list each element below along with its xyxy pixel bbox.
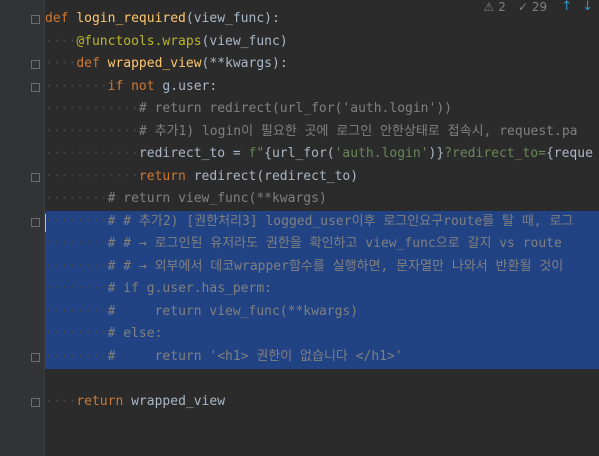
code-line-selected: ········# return '<h1> 권한이 없습니다 </h1>' bbox=[45, 346, 599, 369]
code-line: ····@functools.wraps(view_func) bbox=[45, 34, 288, 49]
fold-marker-icon[interactable] bbox=[31, 218, 40, 227]
code-line-selected: ········# # → 로그인된 유저라도 권한을 확인하고 view_fu… bbox=[45, 233, 599, 256]
text-caret bbox=[45, 214, 46, 232]
code-line-selected: ········# else: bbox=[45, 323, 599, 346]
code-line: ········# return view_func(**kwargs) bbox=[45, 191, 327, 206]
weak-warning-count: 29 bbox=[531, 0, 548, 14]
previous-highlight-icon[interactable]: ↑ bbox=[561, 0, 572, 14]
next-highlight-icon[interactable]: ↓ bbox=[582, 0, 593, 14]
code-line: ····def wrapped_view(**kwargs): bbox=[45, 56, 288, 71]
code-editor[interactable]: def login_required(view_func): ····@func… bbox=[45, 0, 599, 456]
warning-count: 2 bbox=[498, 0, 506, 14]
code-line-selected: ········# return view_func(**kwargs) bbox=[45, 301, 599, 324]
fold-marker-icon[interactable] bbox=[31, 173, 40, 182]
inspection-status[interactable]: ⚠ 2 ✓ 29 ↑ ↓ bbox=[483, 0, 599, 14]
code-line: ····return wrapped_view bbox=[45, 394, 226, 409]
code-line-selected: ········# # → 외부에서 데코wrapper함수를 실행하면, 문자… bbox=[45, 256, 599, 279]
fold-marker-icon[interactable] bbox=[31, 83, 40, 92]
code-line-selected: ········# # 추가2) [권한처리3] logged_user이후 로… bbox=[45, 211, 599, 234]
weak-warning-icon: ✓ bbox=[517, 0, 528, 14]
code-line: ········if not g.user: bbox=[45, 79, 218, 94]
code-line: ············# 추가1) login이 필요한 곳에 로그인 안한상… bbox=[45, 124, 578, 139]
fold-marker-icon[interactable] bbox=[31, 398, 40, 407]
fold-marker-icon[interactable] bbox=[31, 15, 40, 24]
code-line: ············return redirect(redirect_to) bbox=[45, 169, 359, 184]
fold-marker-icon[interactable] bbox=[31, 60, 40, 69]
code-line: ············redirect_to = f"{url_for('au… bbox=[45, 146, 593, 161]
code-line-selected: ········# if g.user.has_perm: bbox=[45, 278, 599, 301]
warning-icon: ⚠ bbox=[483, 0, 495, 14]
fold-marker-icon[interactable] bbox=[31, 353, 40, 362]
code-line: ············# return redirect(url_for('a… bbox=[45, 101, 452, 116]
